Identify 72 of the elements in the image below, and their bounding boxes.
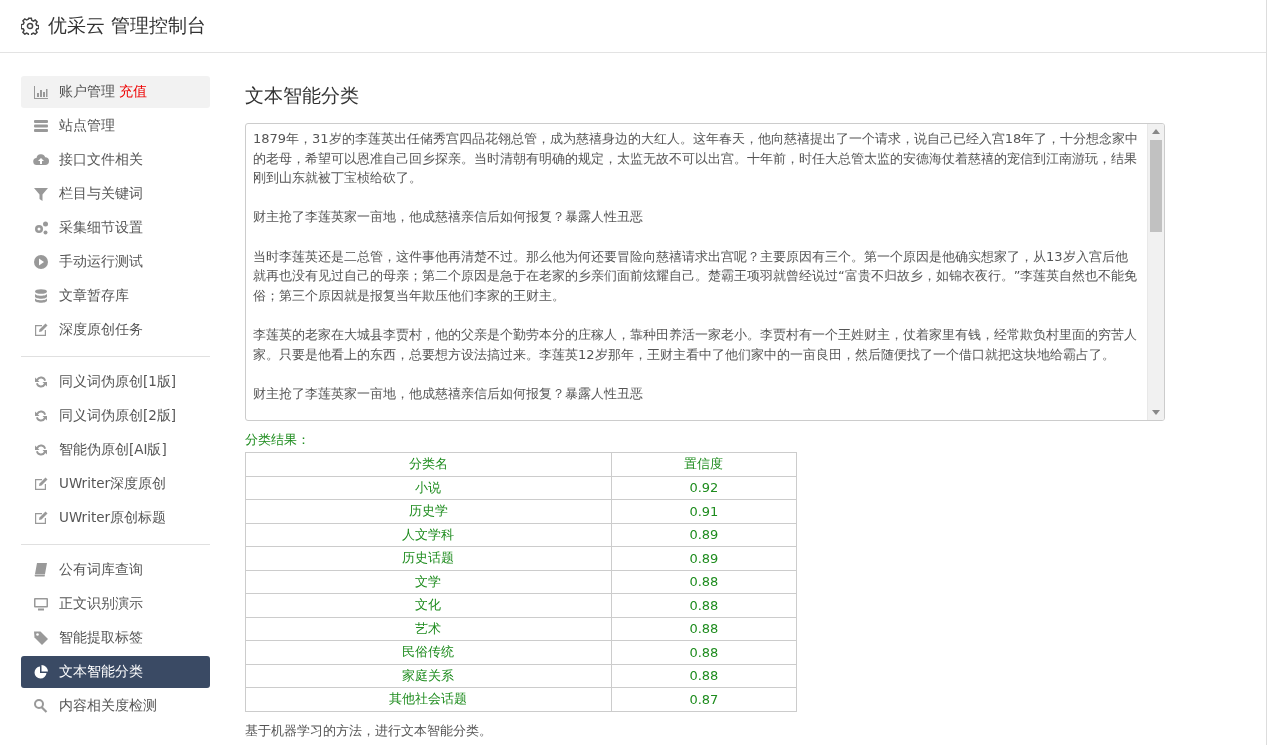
table-cell: 0.88 bbox=[611, 664, 797, 688]
tag-icon bbox=[33, 630, 49, 646]
gears-icon bbox=[33, 220, 49, 236]
play-circle-icon bbox=[33, 254, 49, 270]
table-cell: 文化 bbox=[245, 593, 612, 617]
database-icon bbox=[33, 288, 49, 304]
refresh-icon bbox=[33, 442, 49, 458]
table-cell: 0.88 bbox=[611, 617, 797, 641]
table-cell: 历史学 bbox=[245, 499, 612, 523]
table-cell: 民俗传统 bbox=[245, 640, 612, 664]
app-title: 优采云 管理控制台 bbox=[48, 13, 207, 38]
column-header: 置信度 bbox=[611, 452, 797, 476]
table-cell: 0.91 bbox=[611, 499, 797, 523]
book-icon bbox=[33, 562, 49, 578]
table-cell: 小说 bbox=[245, 476, 612, 500]
sidebar-item[interactable]: 手动运行测试 bbox=[21, 246, 210, 278]
table-cell: 文学 bbox=[245, 570, 612, 594]
sidebar-item[interactable]: 正文识别演示 bbox=[21, 588, 210, 620]
sidebar-item[interactable]: 深度原创任务 bbox=[21, 314, 210, 346]
paragraph: 李莲英的老家在大城县李贾村，他的父亲是个勤劳本分的庄稼人，靠种田养活一家老小。李贾村有一个王姓财主，仗着家里有钱，经常欺负村里面的穷苦人家。只要是他看上的东西，总要想方设法搞过来。李莲英12岁那年，王财主看中了他们家中的一亩良田，然后随便找了一个借口就把这块地给霸占了。 bbox=[253, 325, 1138, 364]
refresh-icon bbox=[33, 408, 49, 424]
table-cell: 0.89 bbox=[611, 546, 797, 570]
page-heading: 文本智能分类 bbox=[245, 83, 360, 108]
table-cell: 0.87 bbox=[611, 687, 797, 711]
paragraph: 财主抢了李莲英家一亩地，他成慈禧亲信后如何报复？暴露人性丑恶 bbox=[253, 384, 644, 403]
magnifier-icon bbox=[33, 698, 49, 714]
sidebar-item[interactable]: 接口文件相关 bbox=[21, 144, 210, 176]
recharge-link[interactable]: 充值 bbox=[119, 83, 147, 101]
text-area[interactable] bbox=[245, 123, 1165, 421]
result-label: 分类结果： bbox=[245, 431, 310, 449]
paragraph: 财主抢了李莲英家一亩地，他成慈禧亲信后如何报复？暴露人性丑恶 bbox=[253, 208, 644, 227]
filter-icon bbox=[33, 186, 49, 202]
edit-icon bbox=[33, 510, 49, 526]
bar-chart-icon bbox=[33, 84, 49, 100]
sidebar-item[interactable]: 同义词伪原创[2版] bbox=[21, 400, 210, 432]
sidebar-item[interactable]: 智能提取标签 bbox=[21, 622, 210, 654]
table-cell: 家庭关系 bbox=[245, 664, 612, 688]
table-cell: 0.89 bbox=[611, 523, 797, 547]
edit-icon bbox=[33, 476, 49, 492]
item-label: 账户管理 bbox=[59, 83, 115, 101]
sidebar-item[interactable]: 账户管理 充值 bbox=[21, 76, 210, 108]
sidebar-item[interactable]: 公有词库查询 bbox=[21, 554, 210, 586]
sidebar-item[interactable]: 文本智能分类 bbox=[21, 656, 210, 688]
server-icon bbox=[33, 118, 49, 134]
sidebar-item[interactable]: 文章暂存库 bbox=[21, 280, 210, 312]
sidebar-item[interactable]: 栏目与关键词 bbox=[21, 178, 210, 210]
table-cell: 人文学科 bbox=[245, 523, 612, 547]
scrollbar[interactable] bbox=[1147, 124, 1164, 420]
pie-chart-icon bbox=[33, 664, 49, 680]
sidebar-item[interactable]: 内容相关度检测 bbox=[21, 690, 210, 722]
table-cell: 艺术 bbox=[245, 617, 612, 641]
table-cell: 其他社会话题 bbox=[245, 687, 612, 711]
edit-icon bbox=[33, 322, 49, 338]
table-cell: 0.88 bbox=[611, 640, 797, 664]
table-cell: 历史话题 bbox=[245, 546, 612, 570]
sidebar-item[interactable]: 采集细节设置 bbox=[21, 212, 210, 244]
table-cell: 0.88 bbox=[611, 593, 797, 617]
sidebar-item[interactable]: 站点管理 bbox=[21, 110, 210, 142]
paragraph: 1879年，31岁的李莲英出任储秀宫四品花翎总管，成为慈禧身边的大红人。这年春天，他向慈禧提出了一个请求，说自己已经入宫18年了，十分想念家中的老母，希望可以恩准自己回乡探亲。当时清朝有明确的规定，太监无故不可以出宫。十年前，时任大总管太监的安德海仗着慈禧的宠信到江南游玩，结果刚到山东就被丁宝桢给砍了。 bbox=[253, 130, 1140, 188]
cloud-upload-icon bbox=[33, 152, 49, 168]
sidebar-item[interactable]: 同义词伪原创[1版] bbox=[21, 366, 210, 398]
table-cell: 0.88 bbox=[611, 570, 797, 594]
sidebar-item[interactable]: 智能伪原创[AI版] bbox=[21, 434, 210, 466]
description-text: 基于机器学习的方法，进行文本智能分类。 bbox=[245, 721, 492, 740]
sidebar-item[interactable]: UWriter原创标题 bbox=[21, 502, 210, 534]
monitor-icon bbox=[33, 596, 49, 612]
refresh-icon bbox=[33, 374, 49, 390]
paragraph: 当时李莲英还是二总管，这件事他再清楚不过。那么他为何还要冒险向慈禧请求出宫呢？主要原因有三个。第一个原因是他确实想家了，从13岁入宫后他就再也没有见过自己的母亲；第二个原因是急于在老家的乡亲们面前炫耀自己。楚霸王项羽就曾经说过“富贵不归故乡，如锦衣夜行。”李莲英自然也不能免俗；第三个原因就是报复当年欺压他们李家的王财主。 bbox=[253, 247, 1139, 305]
settings-icon bbox=[21, 17, 39, 35]
table-cell: 0.92 bbox=[611, 476, 797, 500]
sidebar-item[interactable]: UWriter深度原创 bbox=[21, 468, 210, 500]
column-header: 分类名 bbox=[245, 452, 612, 476]
